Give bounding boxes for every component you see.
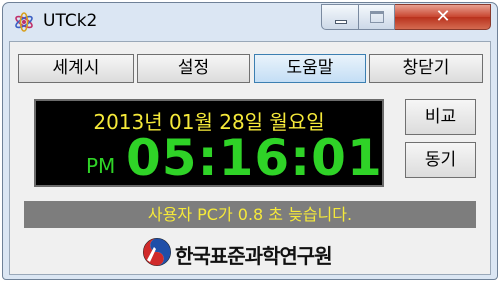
minimize-icon bbox=[335, 20, 347, 24]
clock-time: 05:16:01 bbox=[126, 129, 383, 187]
clock-display: 2013년 01월 28일 월요일 PM 05:16:01 bbox=[34, 99, 384, 187]
compare-button[interactable]: 비교 bbox=[405, 99, 476, 135]
help-button[interactable]: 도움말 bbox=[254, 54, 366, 83]
app-window: UTCk2 ✕ 세계시 설정 도움말 창닫기 2013년 01월 28일 월요일… bbox=[2, 2, 498, 280]
window-title: UTCk2 bbox=[43, 11, 98, 31]
clock-ampm: PM bbox=[86, 154, 116, 178]
sync-button[interactable]: 동기 bbox=[405, 142, 476, 178]
atom-icon bbox=[15, 12, 33, 32]
close-window-button[interactable]: 창닫기 bbox=[369, 54, 483, 83]
settings-button[interactable]: 설정 bbox=[137, 54, 250, 83]
maximize-icon bbox=[370, 11, 384, 23]
logo-text: 한국표준과학연구원 bbox=[175, 244, 333, 268]
minimize-button[interactable] bbox=[321, 4, 359, 30]
kriss-emblem-icon bbox=[143, 238, 171, 266]
close-button[interactable]: ✕ bbox=[395, 4, 491, 30]
kriss-logo: 한국표준과학연구원 bbox=[142, 237, 382, 269]
client-area: 세계시 설정 도움말 창닫기 2013년 01월 28일 월요일 PM 05:1… bbox=[9, 41, 491, 275]
title-bar[interactable]: UTCk2 ✕ bbox=[3, 3, 497, 41]
world-time-button[interactable]: 세계시 bbox=[18, 54, 134, 83]
status-message: 사용자 PC가 0.8 초 늦습니다. bbox=[24, 201, 476, 228]
close-icon: ✕ bbox=[435, 6, 451, 27]
maximize-button[interactable] bbox=[359, 4, 395, 30]
